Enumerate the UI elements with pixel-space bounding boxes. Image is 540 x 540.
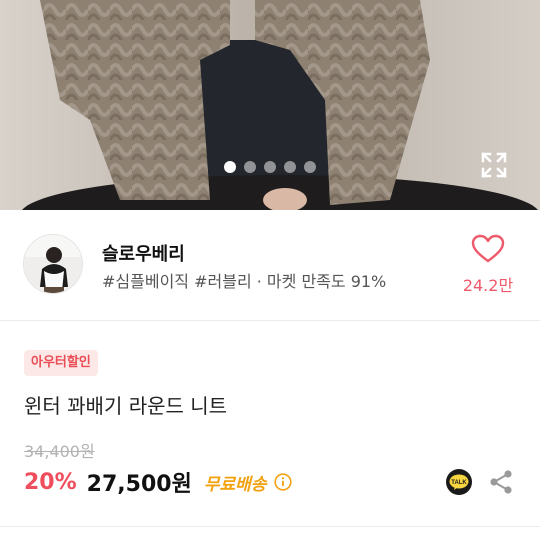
info-icon[interactable]: [274, 473, 292, 491]
section-divider: [0, 320, 540, 321]
like-count: 24.2만: [462, 276, 514, 295]
seller-avatar-image: [24, 235, 82, 293]
product-image-carousel[interactable]: [0, 0, 540, 210]
carousel-dot[interactable]: [284, 161, 296, 173]
carousel-dot[interactable]: [304, 161, 316, 173]
product-photo: [0, 0, 540, 210]
carousel-indicator: [0, 161, 540, 173]
price-row: 20% 27,500원 무료배송: [24, 467, 292, 497]
seller-tags: #심플베이직 #러블리 · 마켓 만족도 91%: [102, 272, 387, 291]
free-shipping-label: 무료배송: [203, 474, 267, 495]
sale-price: 27,500원: [86, 472, 192, 497]
promo-badge: 아우터할인: [24, 350, 98, 376]
seller-name[interactable]: 슬로우베리: [102, 240, 185, 266]
share-icon[interactable]: [488, 469, 514, 495]
discount-rate: 20%: [24, 469, 77, 495]
product-title: 윈터 꽈배기 라운드 니트: [24, 394, 228, 418]
kakao-talk-label: TALK: [451, 480, 467, 486]
carousel-dot-active[interactable]: [224, 161, 236, 173]
like-button[interactable]: 24.2만: [458, 234, 518, 296]
seller-avatar[interactable]: [23, 234, 83, 294]
heart-icon: [471, 234, 505, 263]
seller-info[interactable]: 슬로우베리 #심플베이직 #러블리 · 마켓 만족도 91% 24.2만: [0, 210, 540, 320]
carousel-dot[interactable]: [264, 161, 276, 173]
section-divider: [0, 526, 540, 527]
original-price: 34,400원: [24, 442, 95, 461]
carousel-dot[interactable]: [244, 161, 256, 173]
fullscreen-expand-icon[interactable]: [480, 151, 508, 179]
kakao-talk-share-icon[interactable]: TALK: [446, 469, 472, 495]
